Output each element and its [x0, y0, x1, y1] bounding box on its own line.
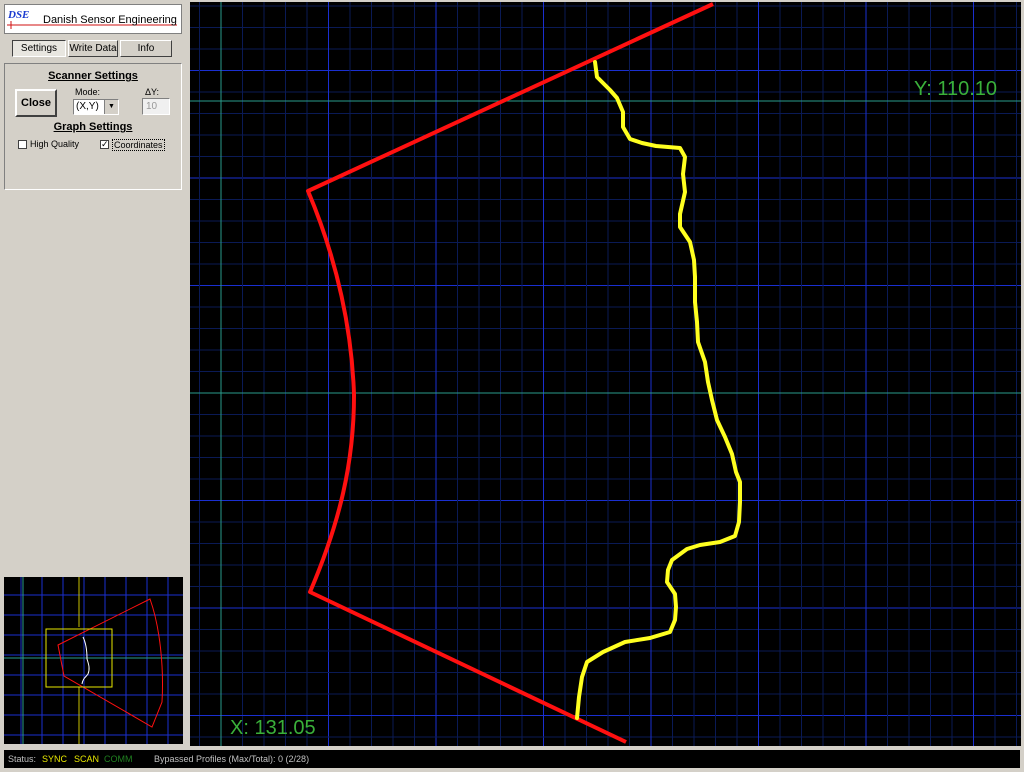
delta-y-input[interactable]: 10 [142, 98, 170, 115]
minimap-grid [4, 577, 183, 744]
mode-label: Mode: [75, 87, 101, 97]
x-coordinate-readout: X: 131.05 [230, 717, 316, 739]
graph-settings-title: Graph Settings [53, 121, 133, 133]
close-button[interactable]: Close [15, 89, 57, 117]
scanner-settings-title: Scanner Settings [48, 70, 138, 82]
scan-boundary [306, 2, 714, 744]
high-quality-label: High Quality [30, 139, 80, 149]
tab-settings[interactable]: Settings [12, 40, 66, 57]
status-label: Status: [8, 754, 37, 764]
profile-graph[interactable]: Y: 110.10 X: 131.05 [190, 2, 1021, 746]
tab-write-data[interactable]: Write Data [68, 40, 118, 57]
graph-grid [190, 2, 1021, 746]
y-coordinate-readout: Y: 110.10 [914, 78, 997, 100]
sidebar: DSE Danish Sensor Engineering Settings W… [0, 0, 188, 748]
status-bar-inner: Status: SYNC SCAN COMM Bypassed Profiles… [4, 750, 1020, 768]
company-name: Danish Sensor Engineering [43, 14, 177, 26]
high-quality-checkbox[interactable] [18, 140, 27, 149]
status-bypassed-profiles: Bypassed Profiles (Max/Total): 0 (2/28) [154, 754, 310, 764]
settings-panel: Scanner Settings Close Mode: (X,Y) ▼ ΔY:… [4, 63, 182, 190]
status-scan: SCAN [74, 754, 100, 764]
coordinates-label: Coordinates [112, 139, 165, 151]
status-comm: COMM [104, 754, 133, 764]
overview-minimap[interactable] [4, 577, 183, 744]
company-logo: DSE Danish Sensor Engineering [4, 4, 182, 34]
mode-value: (X,Y) [76, 101, 99, 112]
profile-graph-svg: Y: 110.10 X: 131.05 [190, 2, 1021, 746]
status-sync: SYNC [42, 754, 68, 764]
delta-y-label: ΔY: [145, 87, 160, 97]
chevron-down-icon[interactable]: ▼ [104, 100, 118, 114]
status-bar: Status: SYNC SCAN COMM Bypassed Profiles… [0, 748, 1024, 772]
dse-logo-icon: DSE [7, 9, 41, 29]
minimap-svg [4, 577, 183, 744]
mode-select[interactable]: (X,Y) ▼ [73, 99, 119, 115]
tab-info[interactable]: Info [120, 40, 172, 57]
logo-letters: DSE [7, 9, 29, 21]
minimap-profile [81, 636, 90, 685]
coordinates-checkbox[interactable]: ✓ [100, 140, 109, 149]
